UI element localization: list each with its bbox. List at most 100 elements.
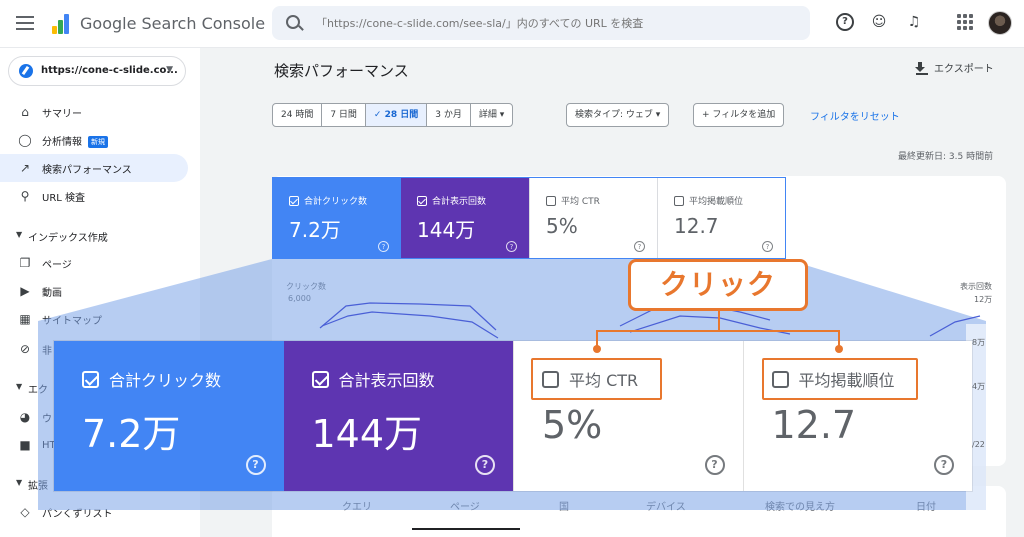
url-inspect-input[interactable] [316, 14, 796, 32]
metric-value: 12.7 [674, 214, 719, 238]
users-icon[interactable]: ☺ [870, 13, 888, 31]
help-icon[interactable]: ? [245, 455, 266, 475]
sidebar-item-label: URL 検査 [42, 192, 86, 204]
search-icon: ⚲ [20, 189, 30, 203]
sidebar-item-label: サイトマップ [42, 315, 102, 327]
left-axis-max: 6,000 [288, 294, 311, 303]
metric-value: 144万 [417, 218, 476, 242]
zoom-metric-card-impressions[interactable]: 合計表示回数 144万 ? [283, 341, 513, 491]
apps-grid-icon[interactable] [957, 14, 973, 30]
help-icon[interactable]: ? [378, 241, 389, 252]
help-icon[interactable]: ? [475, 455, 495, 475]
left-axis-label: クリック数 [286, 282, 326, 291]
search-icon [286, 15, 300, 29]
sidebar-item-pages[interactable]: ❐ ページ [0, 249, 188, 277]
sidebar-item-breadcrumbs[interactable]: ◇ パンくずリスト [0, 498, 188, 526]
help-icon[interactable]: ? [506, 241, 517, 252]
date-range-24h[interactable]: 24 時間 [273, 104, 323, 126]
download-icon [914, 61, 926, 74]
checkbox-icon [674, 195, 684, 206]
checkbox-icon [546, 195, 556, 206]
metric-card-ctr[interactable]: 平均 CTR 5% ? [529, 178, 657, 258]
page-title: 検索パフォーマンス [274, 62, 409, 80]
help-icon[interactable]: ? [704, 455, 725, 475]
sidebar-item-summary[interactable]: ⌂ サマリー [0, 98, 188, 126]
metric-value: 7.2万 [289, 218, 341, 242]
metric-value: 5% [546, 214, 578, 238]
sidebar-item-label: 検索パフォーマンス [42, 164, 132, 176]
help-icon[interactable]: ? [934, 455, 954, 475]
bell-icon[interactable]: ♫ [905, 13, 923, 31]
add-filter-button[interactable]: + フィルタを追加 [693, 103, 785, 127]
download-icon-base [916, 73, 928, 75]
section-label: 拡張 [28, 481, 48, 492]
sidebar-item-videos[interactable]: ▶ 動画 [0, 277, 188, 305]
sidebar-item-url-inspection[interactable]: ⚲ URL 検査 [0, 182, 188, 210]
tab-devices[interactable]: デバイス [646, 498, 686, 513]
metric-card-impressions[interactable]: 合計表示回数 144万 ? [401, 178, 529, 258]
caret-down-icon: ▾ [655, 110, 661, 120]
zoom-metric-card-clicks[interactable]: 合計クリック数 7.2万 ? [54, 341, 284, 491]
checkbox-checked-icon [289, 195, 299, 206]
tab-dates[interactable]: 日付 [916, 498, 936, 513]
metric-label: 合計表示回数 [432, 197, 487, 207]
sidebar-section-indexing[interactable]: ▼ インデックス作成 [0, 224, 188, 248]
checkbox-checked-icon [311, 370, 329, 388]
chevron-down-icon: ▼ [166, 65, 173, 75]
click-callout: クリック [628, 259, 808, 311]
search-console-logo-icon[interactable] [52, 12, 72, 34]
date-range-28d[interactable]: ✓ 28 日間 [365, 104, 428, 126]
caret-down-icon: ▾ [499, 110, 505, 120]
callout-dot [835, 345, 843, 353]
help-icon[interactable]: ? [836, 13, 854, 31]
property-selector[interactable]: https://cone-c-slide.co... ▼ [8, 56, 186, 86]
date-range-custom[interactable]: 詳細 ▾ [471, 104, 512, 126]
sidebar-item-insights[interactable]: ◯ 分析情報 新規 [0, 126, 188, 154]
lightbulb-icon: ◯ [18, 133, 32, 147]
checkbox-checked-icon [417, 195, 427, 206]
menu-icon[interactable] [16, 14, 34, 32]
date-range-group: 24 時間 7 日間 ✓ 28 日間 3 か月 詳細 ▾ [272, 103, 514, 127]
metric-card-position[interactable]: 平均掲載順位 12.7 ? [657, 178, 785, 258]
right-axis-tick: 4万 [972, 382, 986, 391]
date-range-label: 詳細 [478, 110, 497, 120]
help-icon[interactable]: ? [762, 241, 773, 252]
callout-connector [596, 330, 840, 332]
date-range-7d[interactable]: 7 日間 [322, 104, 366, 126]
callout-connector [718, 311, 720, 331]
avatar[interactable] [988, 11, 1012, 35]
search-type-filter[interactable]: 検索タイプ: ウェブ ▾ [566, 103, 670, 127]
help-icon[interactable]: ? [634, 241, 645, 252]
tab-queries[interactable]: クエリ [342, 498, 372, 513]
metric-label: 平均 CTR [561, 197, 600, 207]
highlight-ctr [531, 358, 662, 400]
date-range-label: 28 日間 [384, 110, 419, 120]
tab-countries[interactable]: 国 [559, 498, 569, 513]
hidden-icon: ⊘ [19, 342, 31, 356]
gauge-icon: ◕ [19, 410, 31, 424]
metric-value: 144万 [311, 412, 423, 456]
x-axis-tick: /22 [972, 440, 985, 449]
metric-value: 12.7 [771, 403, 857, 447]
new-badge: 新規 [88, 135, 108, 148]
sidebar-item-label: ウ [42, 413, 52, 425]
top-bar: Google Search Console ? ☺ ♫ [0, 0, 1024, 48]
tab-search-appearance[interactable]: 検索での見え方 [765, 498, 835, 513]
metric-card-clicks[interactable]: 合計クリック数 7.2万 ? [273, 178, 401, 258]
app-title[interactable]: Google Search Console [80, 14, 265, 33]
reset-filters-link[interactable]: フィルタをリセット [810, 108, 900, 123]
active-tab-indicator [412, 528, 520, 530]
sitemap-icon: ▦ [19, 312, 31, 326]
sidebar-item-label: 分析情報 [42, 136, 82, 148]
sidebar-item-sitemaps[interactable]: ▦ サイトマップ [0, 305, 188, 333]
lock-icon: ■ [19, 438, 31, 452]
trending-up-icon: ↗ [19, 161, 31, 175]
inspect-search-bar[interactable] [272, 6, 810, 40]
sidebar-item-search-performance[interactable]: ↗ 検索パフォーマンス [0, 154, 188, 182]
tab-pages[interactable]: ページ [450, 498, 480, 513]
section-label: エク [28, 385, 48, 396]
date-range-3m[interactable]: 3 か月 [427, 104, 471, 126]
caret-down-icon: ▼ [16, 382, 23, 391]
metric-label: 合計クリック数 [304, 197, 368, 207]
last-updated-text: 最終更新日: 3.5 時間前 [898, 152, 994, 162]
